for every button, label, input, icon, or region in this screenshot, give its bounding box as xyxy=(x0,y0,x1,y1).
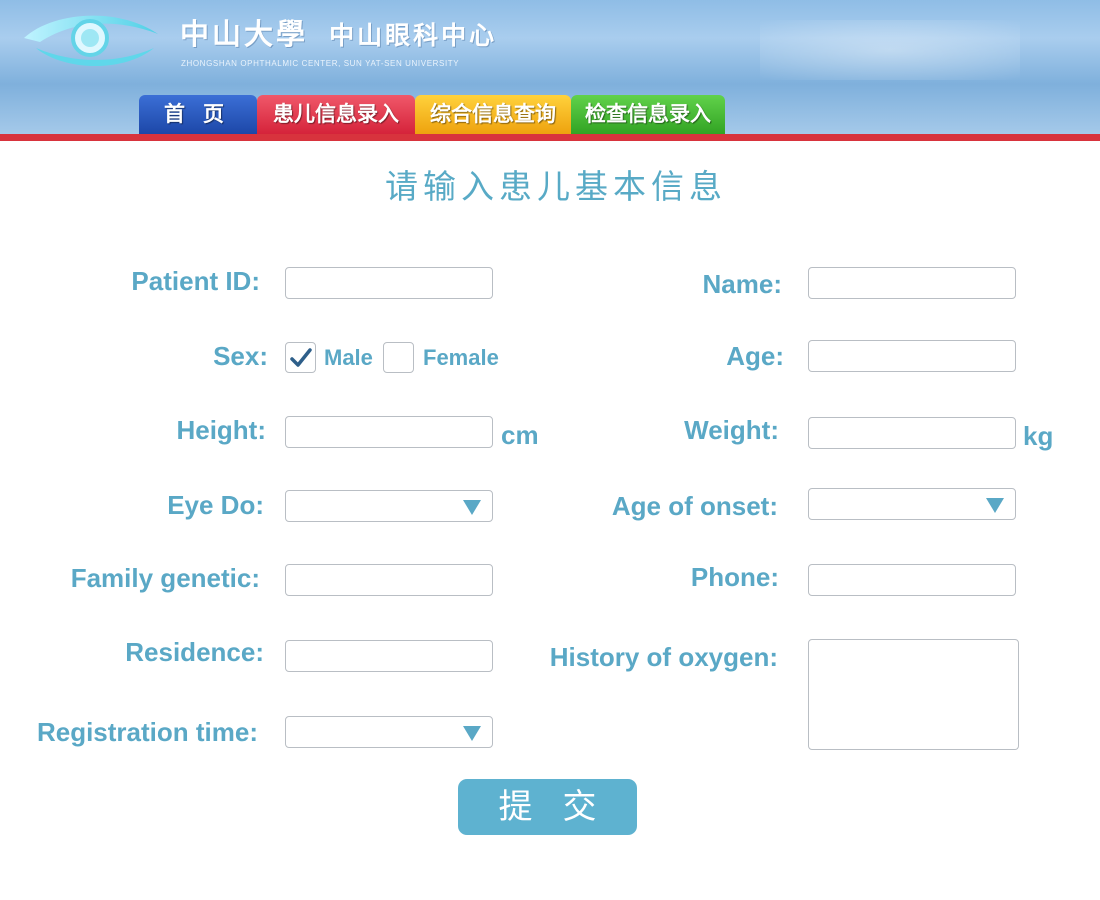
header-divider xyxy=(0,134,1100,141)
sex-male-checkbox[interactable] xyxy=(285,342,316,373)
university-subtitle: ZHONGSHAN OPHTHALMIC CENTER, SUN YAT-SEN… xyxy=(181,59,460,68)
age-of-onset-label: Age of onset: xyxy=(611,491,778,521)
residence-input[interactable] xyxy=(285,640,493,672)
eye-logo-icon xyxy=(24,15,158,67)
patient-id-input[interactable] xyxy=(285,267,493,299)
history-of-oxygen-label: History of oxygen: xyxy=(549,642,778,672)
dropdown-arrow-icon xyxy=(986,498,1004,513)
weight-label: Weight: xyxy=(684,415,779,445)
university-name: 中山大學 xyxy=(180,17,309,51)
dropdown-arrow-icon xyxy=(463,500,481,515)
sex-male-label: Male xyxy=(324,345,373,370)
tab-patient-entry[interactable]: 患儿信息录入 xyxy=(257,95,415,134)
height-input[interactable] xyxy=(285,416,493,448)
submit-button[interactable]: 提交 xyxy=(458,779,637,835)
residence-label: Residence: xyxy=(125,637,264,667)
registration-time-label: Registration time: xyxy=(36,717,258,747)
sex-female-label: Female xyxy=(423,345,499,370)
phone-label: Phone: xyxy=(690,562,779,592)
eye-do-label: Eye Do: xyxy=(167,490,264,520)
age-of-onset-select[interactable] xyxy=(808,488,1016,520)
patient-id-label: Patient ID: xyxy=(131,266,260,296)
age-input[interactable] xyxy=(808,340,1016,372)
registration-time-select[interactable] xyxy=(285,716,493,748)
phone-input[interactable] xyxy=(808,564,1016,596)
family-genetic-input[interactable] xyxy=(285,564,493,596)
tab-home[interactable]: 首页 xyxy=(139,95,257,134)
weight-unit: kg xyxy=(1023,421,1054,451)
center-name: 中山眼科中心 xyxy=(329,21,498,50)
page-title: 请输入患儿基本信息 xyxy=(385,167,727,206)
name-input[interactable] xyxy=(808,267,1016,299)
dropdown-arrow-icon xyxy=(463,726,481,741)
sex-female-checkbox[interactable] xyxy=(383,342,414,373)
weight-input[interactable] xyxy=(808,417,1016,449)
university-title: 中山大學 中山眼科中心 xyxy=(180,12,497,56)
tab-exam-entry[interactable]: 检查信息录入 xyxy=(571,95,725,134)
header-banner: 中山大學 中山眼科中心 ZHONGSHAN OPHTHALMIC CENTER,… xyxy=(0,0,1100,136)
age-label: Age: xyxy=(726,341,784,371)
height-unit: cm xyxy=(501,420,539,450)
checkmark-icon xyxy=(290,348,312,367)
tab-info-query[interactable]: 综合信息查询 xyxy=(415,95,571,134)
family-genetic-label: Family genetic: xyxy=(70,563,260,593)
main-nav: 首页 患儿信息录入 综合信息查询 检查信息录入 xyxy=(139,95,725,134)
eye-do-select[interactable] xyxy=(285,490,493,522)
name-label: Name: xyxy=(702,269,782,299)
banner-glow xyxy=(760,20,1020,80)
height-label: Height: xyxy=(176,415,266,445)
sex-label: Sex: xyxy=(213,341,268,371)
history-of-oxygen-textarea[interactable] xyxy=(808,639,1019,750)
